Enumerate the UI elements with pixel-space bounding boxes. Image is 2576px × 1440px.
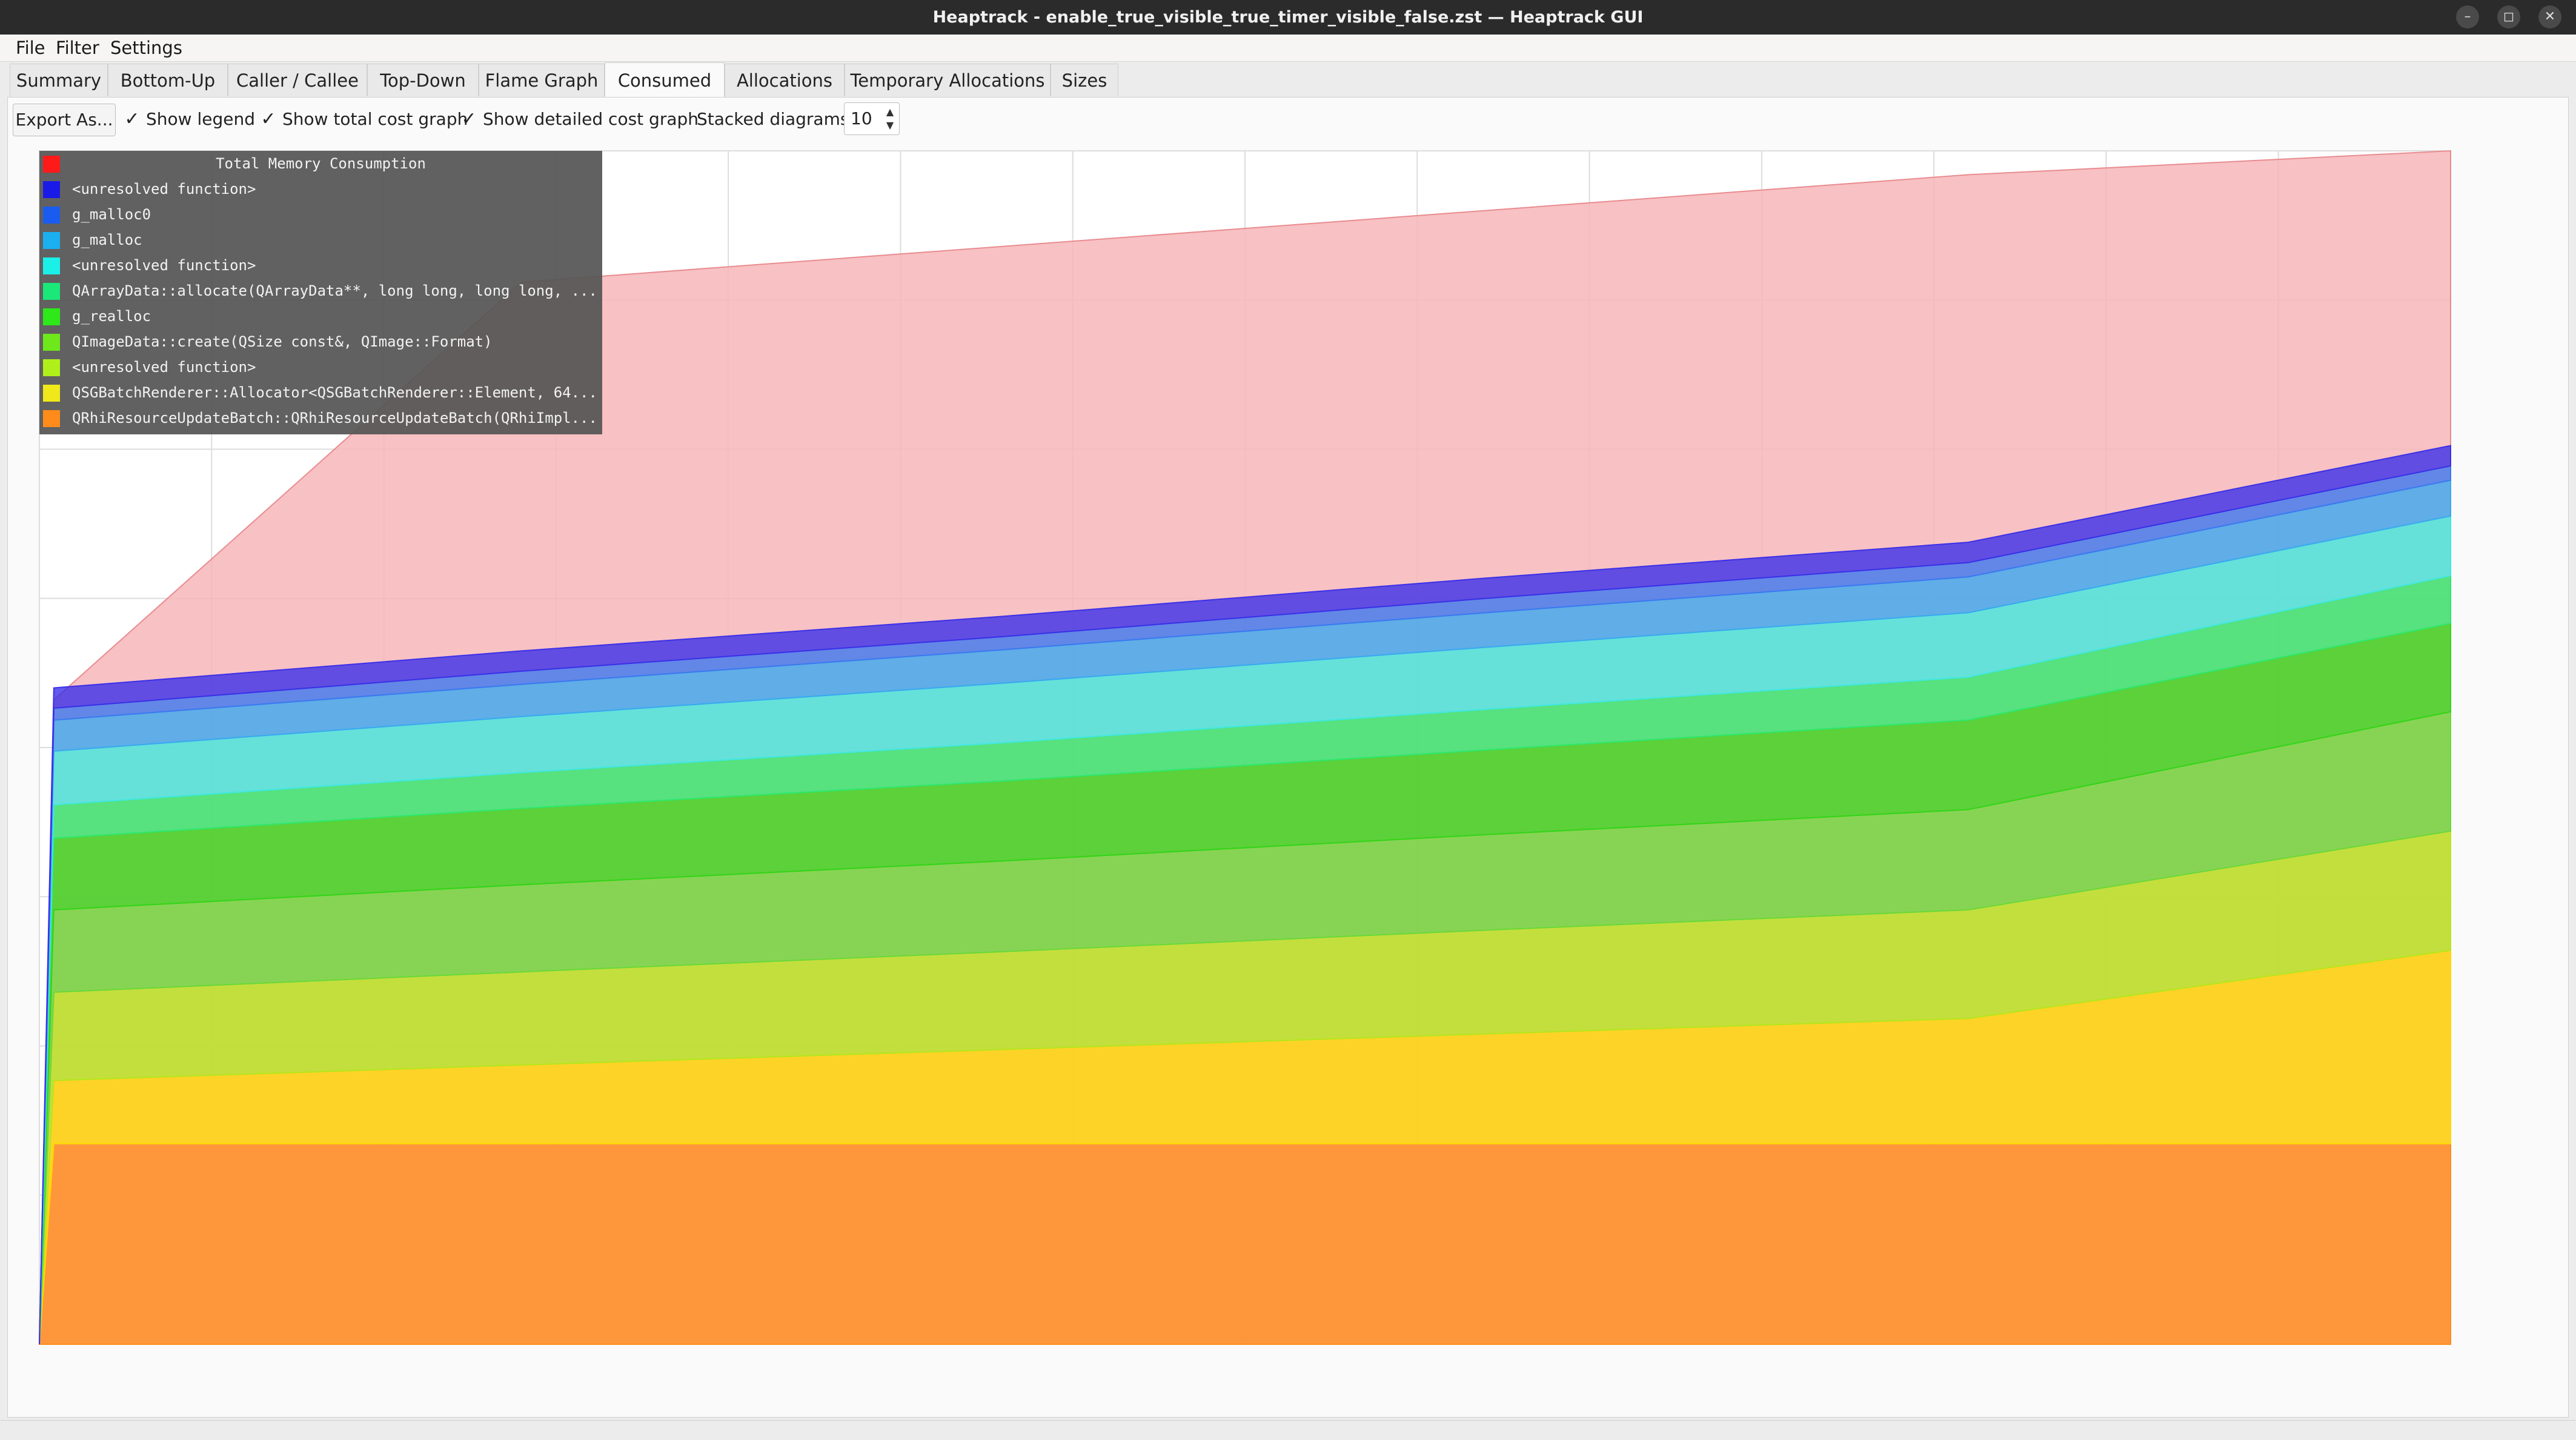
legend-label: QRhiResourceUpdateBatch::QRhiResourceUpd…	[72, 410, 597, 426]
menu-settings[interactable]: Settings	[110, 37, 182, 59]
legend-swatch-total	[43, 156, 60, 173]
tab-bottom-up[interactable]: Bottom-Up	[108, 64, 228, 96]
legend-swatch	[43, 308, 60, 325]
tab-top-down[interactable]: Top-Down	[367, 64, 479, 96]
legend-label: QImageData::create(QSize const&, QImage:…	[72, 333, 493, 350]
legend-item: QImageData::create(QSize const&, QImage:…	[39, 329, 602, 354]
legend-swatch	[43, 181, 60, 198]
close-icon[interactable]: ✕	[2538, 5, 2561, 28]
legend-swatch	[43, 359, 60, 376]
menu-bar: File Filter Settings	[0, 35, 2576, 62]
legend-item: g_realloc	[39, 304, 602, 329]
legend-item: <unresolved function>	[39, 253, 602, 278]
chart-legend: Total Memory Consumption <unresolved func…	[39, 151, 602, 434]
legend-label: g_malloc0	[72, 206, 151, 223]
tab-summary[interactable]: Summary	[10, 64, 108, 96]
tab-sizes[interactable]: Sizes	[1051, 64, 1118, 96]
tab-allocations[interactable]: Allocations	[725, 64, 845, 96]
tab-temporary-allocations[interactable]: Temporary Allocations	[845, 64, 1051, 96]
legend-swatch	[43, 207, 60, 224]
legend-swatch	[43, 334, 60, 351]
tab-consumed[interactable]: Consumed	[605, 62, 725, 99]
minimize-icon[interactable]: –	[2456, 5, 2479, 28]
status-bar	[0, 1420, 2576, 1440]
legend-label: QArrayData::allocate(QArrayData**, long …	[72, 282, 597, 299]
legend-label: <unresolved function>	[72, 181, 256, 197]
legend-swatch	[43, 257, 60, 274]
window-title: Heaptrack - enable_true_visible_true_tim…	[932, 8, 1644, 27]
title-bar: Heaptrack - enable_true_visible_true_tim…	[0, 0, 2576, 35]
tab-bar: Summary Bottom-Up Caller / Callee Top-Do…	[10, 62, 2566, 99]
legend-item: g_malloc0	[39, 202, 602, 227]
series-area-0	[38, 1143, 2451, 1345]
legend-swatch	[43, 410, 60, 427]
legend-swatch	[43, 232, 60, 249]
legend-item: QArrayData::allocate(QArrayData**, long …	[39, 278, 602, 304]
legend-item: QSGBatchRenderer::Allocator<QSGBatchRend…	[39, 380, 602, 405]
menu-file[interactable]: File	[16, 37, 45, 59]
tab-caller-callee[interactable]: Caller / Callee	[228, 64, 367, 96]
legend-label: g_malloc	[72, 231, 142, 248]
legend-item: <unresolved function>	[39, 176, 602, 202]
legend-item: g_malloc	[39, 227, 602, 253]
legend-label: <unresolved function>	[72, 359, 256, 376]
tab-flame-graph[interactable]: Flame Graph	[479, 64, 605, 96]
legend-label: g_realloc	[72, 308, 151, 325]
legend-item: QRhiResourceUpdateBatch::QRhiResourceUpd…	[39, 405, 602, 431]
consumed-panel: Export As... ✓ Show legend ✓ Show total co…	[7, 97, 2569, 1418]
menu-filter[interactable]: Filter	[56, 37, 99, 59]
legend-swatch	[43, 385, 60, 402]
legend-label: QSGBatchRenderer::Allocator<QSGBatchRend…	[72, 384, 597, 401]
legend-item: <unresolved function>	[39, 354, 602, 380]
legend-label: <unresolved function>	[72, 257, 256, 274]
legend-title: Total Memory Consumption	[216, 155, 426, 172]
restore-icon[interactable]: ◻	[2497, 5, 2520, 28]
legend-swatch	[43, 283, 60, 300]
